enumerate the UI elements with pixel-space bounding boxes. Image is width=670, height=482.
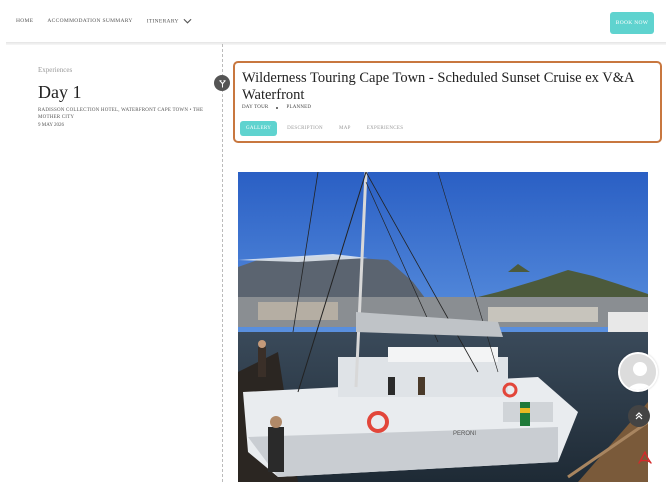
section-label: Experiences: [38, 66, 73, 74]
experience-meta: DAY TOUR PLANNED: [242, 105, 311, 110]
main-nav: HOME ACCOMMODATION SUMMARY ITINERARY: [16, 18, 192, 24]
map-pin-icon: [214, 75, 230, 91]
header-divider: [6, 42, 666, 45]
tab-experiences[interactable]: EXPERIENCES: [361, 121, 410, 136]
boat-name-label: PERONI: [453, 431, 476, 437]
tab-description[interactable]: DESCRIPTION: [281, 121, 329, 136]
timeline-divider: [222, 44, 223, 482]
meta-type: DAY TOUR: [242, 105, 269, 110]
chevron-down-icon: [183, 18, 192, 24]
gallery-photo: PERONI: [238, 172, 648, 482]
experience-tabs: GALLERY DESCRIPTION MAP EXPERIENCES: [240, 121, 409, 136]
day-title: Day 1: [38, 82, 82, 102]
tab-map[interactable]: MAP: [333, 121, 357, 136]
nav-accommodation-summary[interactable]: ACCOMMODATION SUMMARY: [47, 18, 132, 24]
avatar-icon: [620, 354, 656, 390]
pdf-download-icon[interactable]: [637, 450, 653, 466]
top-navigation-bar: HOME ACCOMMODATION SUMMARY ITINERARY BOO…: [0, 0, 670, 44]
double-chevron-up-icon: [635, 412, 643, 420]
tab-gallery[interactable]: GALLERY: [240, 121, 278, 136]
hotel-name: RADISSON COLLECTION HOTEL, WATERFRONT CA…: [38, 108, 204, 120]
day-sidebar: Experiences Day 1 RADISSON COLLECTION HO…: [38, 66, 218, 129]
nav-itinerary-label: ITINERARY: [146, 18, 179, 25]
nav-itinerary[interactable]: ITINERARY: [147, 18, 193, 24]
day-date: 9 MAY 2026: [38, 123, 65, 128]
user-avatar[interactable]: [618, 352, 658, 392]
experience-title: Wilderness Touring Cape Town - Scheduled…: [242, 70, 634, 103]
nav-home[interactable]: HOME: [16, 18, 33, 24]
scroll-to-top-button[interactable]: [628, 405, 650, 427]
experience-card: Wilderness Touring Cape Town - Scheduled…: [233, 61, 662, 143]
book-now-button[interactable]: BOOK NOW: [610, 12, 654, 34]
meta-separator: [276, 106, 279, 109]
sunset-cruise-photo: PERONI: [238, 172, 648, 482]
meta-status: PLANNED: [286, 105, 312, 110]
